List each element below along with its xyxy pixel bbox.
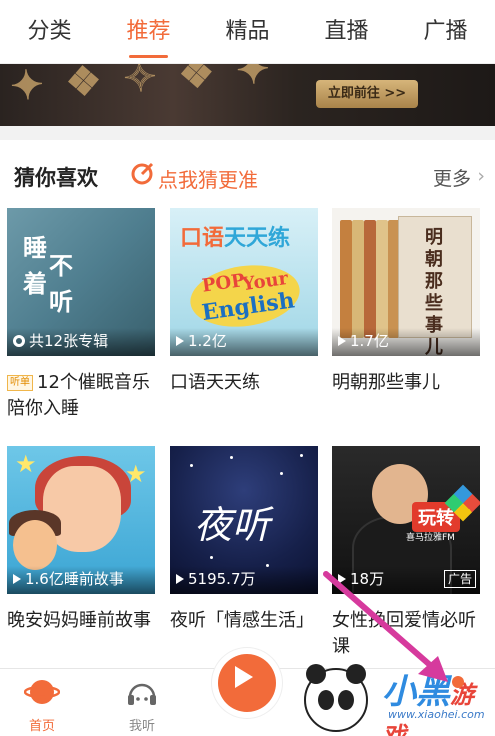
album-cover[interactable]: 明朝那些事儿 1.7亿 [332,208,480,356]
album-title[interactable]: 晚安妈妈睡前故事 [7,608,157,634]
center-play-button[interactable] [212,648,282,718]
play-icon [338,573,346,584]
guess-more-accurate-link[interactable]: 点我猜更准 [158,164,258,193]
section-title: 猜你喜欢 [14,166,98,190]
tab-live[interactable]: 直播 [297,0,396,64]
watermark-text: 小黑游戏 [382,672,474,736]
album-cover[interactable]: ★ ★ 1.6亿睡前故事 [7,446,155,594]
tab-category[interactable]: 分类 [0,0,99,64]
ad-badge-subtext: 喜马拉雅FM [406,533,455,543]
play-count: 1.6亿睡前故事 [13,568,124,589]
album-title[interactable]: 口语天天练 [170,370,320,396]
playlist-badge: 听单 [7,375,33,391]
book-cover: 明朝那些事儿 [398,216,472,356]
cover-text: 着 [23,270,47,298]
tab-premium[interactable]: 精品 [198,0,297,64]
top-tab-bar: 分类 推荐 精品 直播 广播 [0,0,495,64]
play-icon [13,573,21,584]
watermark-url: www.xiaohei.com [388,708,485,721]
watermark-logo: 小黑游戏 www.xiaohei.com [300,660,495,736]
cover-text: 口语天天练 [180,226,291,251]
tab-recommend[interactable]: 推荐 [99,0,198,64]
nav-my-listening[interactable]: 我听 [112,677,172,734]
play-icon [235,666,253,688]
child-illustration [13,520,57,570]
nav-home[interactable]: 首页 [12,677,72,734]
album-cover[interactable]: 口语天天练 POP Your English 1.2亿 [170,208,318,356]
notification-dot [452,676,464,688]
album-title[interactable]: 夜听「情感生活」 [170,608,320,634]
nav-label: 我听 [128,719,155,734]
banner-go-button[interactable]: 立即前往 >> [316,80,418,108]
target-icon[interactable] [130,162,154,186]
banner-artwork: ✦ ❖ ✧ ❖ ✦ [8,64,276,111]
section-divider [0,126,495,140]
album-cover[interactable]: 睡 着 不 听 共12张专辑 [7,208,155,356]
play-icon [176,573,184,584]
more-link[interactable]: 更多 [433,164,471,191]
album-title[interactable]: 明朝那些事儿 [332,370,482,396]
chevron-right-icon[interactable]: › [477,165,485,187]
guess-you-like-header: 猜你喜欢 点我猜更准 更多 › [0,140,495,208]
play-icon [176,335,184,346]
ad-label: 广告 [443,570,476,588]
album-stat: 共12张专辑 [13,330,108,351]
pop-english-logo: POP Your English [186,258,304,334]
nav-label: 首页 [28,719,55,734]
cover-text: 夜听 [194,503,271,547]
play-icon [338,335,346,346]
cover-text: 不 [49,252,73,280]
headphones-icon [128,683,156,705]
play-count: 5195.7万 [176,568,256,589]
album-cover[interactable]: 玩转 喜马拉雅FM 18万 广告 [332,446,480,594]
album-title[interactable]: 女性挽回爱情必听课 [332,608,482,660]
cover-text: 睡 [23,234,47,262]
panda-icon [304,664,368,732]
star-icon: ★ [15,450,37,478]
album-cover[interactable]: 夜听 5195.7万 [170,446,318,594]
cover-text: 听 [49,288,73,316]
album-icon [13,334,25,347]
play-count: 18万 [338,568,384,589]
play-count: 1.2亿 [176,330,227,351]
home-icon [23,680,61,704]
play-count: 1.7亿 [338,330,389,351]
promo-banner[interactable]: ✦ ❖ ✧ ❖ ✦ 立即前往 >> [0,64,495,126]
tab-radio[interactable]: 广播 [396,0,495,64]
album-title[interactable]: 听单 12个催眠音乐陪你入睡 [7,370,157,422]
